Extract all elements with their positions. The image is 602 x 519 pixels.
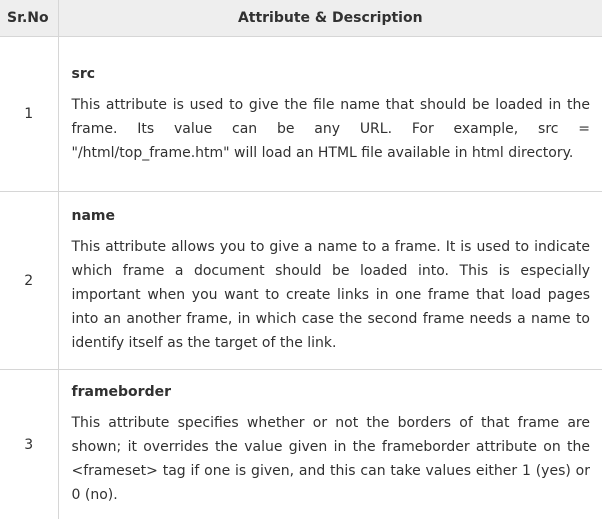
table-header-row: Sr.No Attribute & Description xyxy=(0,0,602,37)
table-row: 2 name This attribute allows you to give… xyxy=(0,192,602,370)
attribute-description: This attribute is used to give the file … xyxy=(72,93,591,165)
header-srno: Sr.No xyxy=(0,0,58,37)
row-content: src This attribute is used to give the f… xyxy=(58,37,602,192)
attribute-description: This attribute allows you to give a name… xyxy=(72,235,591,355)
row-content: frameborder This attribute specifies whe… xyxy=(58,370,602,519)
attribute-name: src xyxy=(72,64,591,84)
row-content: name This attribute allows you to give a… xyxy=(58,192,602,370)
attribute-name: name xyxy=(72,206,591,226)
row-number: 2 xyxy=(0,192,58,370)
attribute-name: frameborder xyxy=(72,382,591,402)
table-row: 1 src This attribute is used to give the… xyxy=(0,37,602,192)
table-row: 3 frameborder This attribute specifies w… xyxy=(0,370,602,519)
row-number: 1 xyxy=(0,37,58,192)
attribute-table: Sr.No Attribute & Description 1 src This… xyxy=(0,0,602,519)
attribute-description: This attribute specifies whether or not … xyxy=(72,411,591,507)
header-attribute-description: Attribute & Description xyxy=(58,0,602,37)
row-number: 3 xyxy=(0,370,58,519)
